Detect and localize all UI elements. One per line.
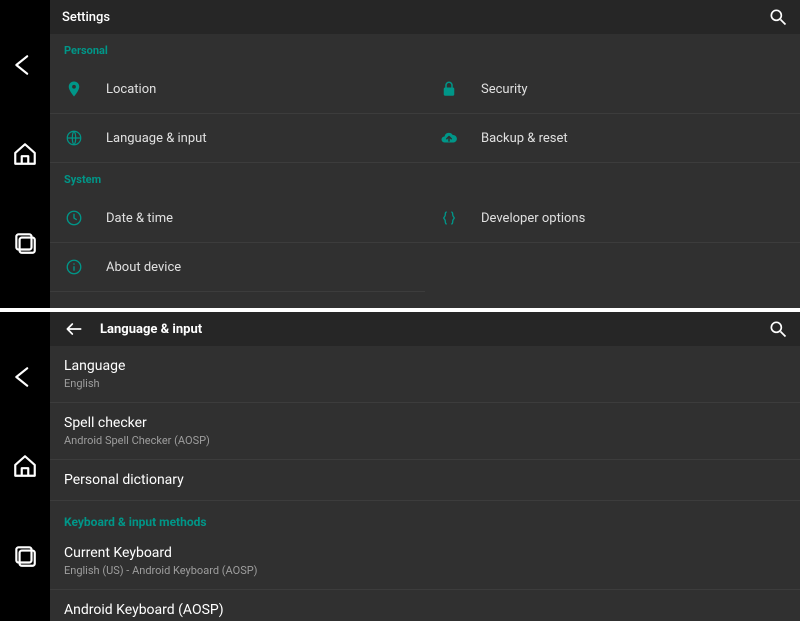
list-item-secondary: English bbox=[64, 377, 786, 390]
settings-item-date-time[interactable]: Date & time bbox=[50, 194, 425, 243]
clock-icon bbox=[64, 208, 84, 228]
settings-item-label: About device bbox=[106, 260, 181, 275]
settings-item-label: Language & input bbox=[106, 131, 207, 146]
appbar-back-icon[interactable] bbox=[62, 317, 86, 341]
home-icon[interactable] bbox=[12, 141, 38, 167]
location-pin-icon bbox=[64, 79, 84, 99]
system-grid: Date & time Developer options About devi… bbox=[50, 194, 800, 292]
settings-body: Personal Location Security bbox=[50, 34, 800, 308]
list-item-spell-checker[interactable]: Spell checker Android Spell Checker (AOS… bbox=[50, 403, 800, 460]
appbar: Language & input bbox=[50, 312, 800, 346]
home-icon[interactable] bbox=[12, 453, 38, 479]
list-item-secondary: Android Spell Checker (AOSP) bbox=[64, 434, 786, 447]
list-item-primary: Personal dictionary bbox=[64, 472, 786, 488]
info-icon bbox=[64, 257, 84, 277]
list-item-primary: Android Keyboard (AOSP) bbox=[64, 602, 786, 618]
settings-item-developer-options[interactable]: Developer options bbox=[425, 194, 800, 243]
settings-item-label: Backup & reset bbox=[481, 131, 568, 146]
settings-item-label: Developer options bbox=[481, 211, 585, 226]
back-icon[interactable] bbox=[12, 52, 38, 78]
settings-item-security[interactable]: Security bbox=[425, 65, 800, 114]
appbar: Settings bbox=[50, 0, 800, 34]
recents-icon[interactable] bbox=[12, 543, 38, 569]
list-item-current-keyboard[interactable]: Current Keyboard English (US) - Android … bbox=[50, 533, 800, 590]
screen-settings: Settings Personal Location Se bbox=[0, 0, 800, 308]
personal-grid: Location Security Language & input bbox=[50, 65, 800, 163]
settings-content: Settings Personal Location Se bbox=[50, 0, 800, 308]
search-icon[interactable] bbox=[768, 7, 788, 27]
system-navbar bbox=[0, 0, 50, 308]
list-item-primary: Current Keyboard bbox=[64, 545, 786, 561]
braces-icon bbox=[439, 208, 459, 228]
language-input-body: Language English Spell checker Android S… bbox=[50, 346, 800, 621]
list-item-primary: Spell checker bbox=[64, 415, 786, 431]
back-icon[interactable] bbox=[12, 364, 38, 390]
appbar-title: Settings bbox=[62, 10, 110, 25]
settings-item-backup-reset[interactable]: Backup & reset bbox=[425, 114, 800, 163]
settings-item-language-input[interactable]: Language & input bbox=[50, 114, 425, 163]
language-input-content: Language & input Language English Spell … bbox=[50, 312, 800, 621]
settings-item-label: Date & time bbox=[106, 211, 173, 226]
list-item-language[interactable]: Language English bbox=[50, 346, 800, 403]
cloud-up-icon bbox=[439, 128, 459, 148]
list-item-secondary: English (US) - Android Keyboard (AOSP) bbox=[64, 564, 786, 577]
search-icon[interactable] bbox=[768, 319, 788, 339]
appbar-title: Language & input bbox=[100, 322, 202, 337]
lock-icon bbox=[439, 79, 459, 99]
recents-icon[interactable] bbox=[12, 230, 38, 256]
settings-item-label: Location bbox=[106, 82, 156, 97]
system-navbar bbox=[0, 312, 50, 621]
screen-language-input: Language & input Language English Spell … bbox=[0, 312, 800, 621]
section-header-personal: Personal bbox=[50, 34, 800, 65]
section-header-system: System bbox=[50, 163, 800, 194]
list-item-primary: Language bbox=[64, 358, 786, 374]
globe-icon bbox=[64, 128, 84, 148]
settings-item-location[interactable]: Location bbox=[50, 65, 425, 114]
list-item-android-keyboard[interactable]: Android Keyboard (AOSP) English (US) bbox=[50, 590, 800, 621]
settings-item-about-device[interactable]: About device bbox=[50, 243, 425, 292]
settings-item-label: Security bbox=[481, 82, 528, 97]
list-item-personal-dictionary[interactable]: Personal dictionary bbox=[50, 460, 800, 501]
category-header-keyboard: Keyboard & input methods bbox=[50, 501, 800, 533]
